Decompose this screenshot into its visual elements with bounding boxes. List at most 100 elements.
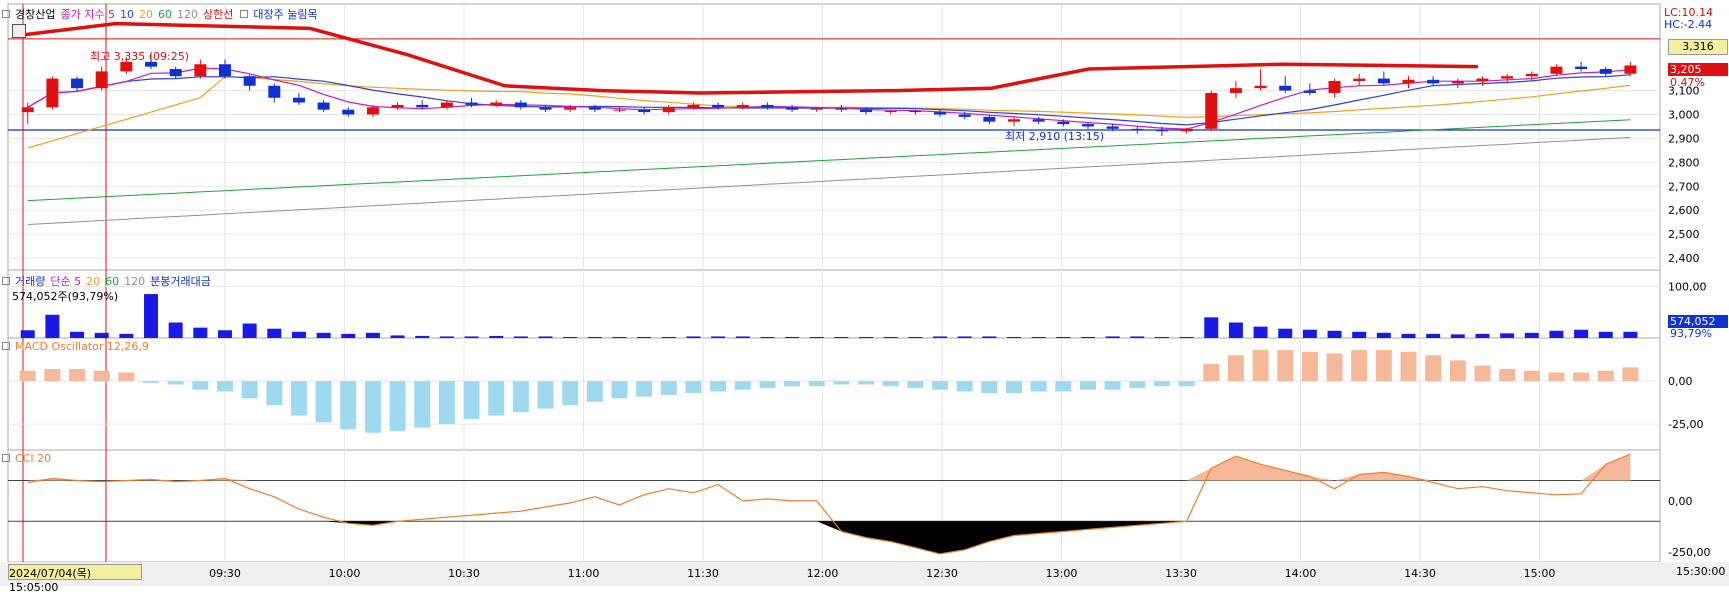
volume-bar xyxy=(464,336,479,338)
candle-body xyxy=(317,102,330,110)
price-legend-toggle-0[interactable] xyxy=(2,10,10,18)
volume-bar xyxy=(908,336,923,338)
macd-legend-toggle-0[interactable] xyxy=(2,342,10,350)
volume-bar xyxy=(1179,336,1194,338)
macd-bar xyxy=(512,381,529,413)
volume-legend-item-4[interactable]: 120 xyxy=(124,275,145,288)
macd-bar xyxy=(636,381,653,397)
volume-bar xyxy=(587,336,602,338)
macd-bar xyxy=(833,381,850,385)
price-box-high: 3,316 xyxy=(1668,39,1728,55)
candle-body xyxy=(1229,88,1242,93)
volume-legend-toggle-0[interactable] xyxy=(2,277,10,285)
price-legend-toggle-7[interactable] xyxy=(240,10,249,18)
calendar-icon[interactable] xyxy=(12,24,26,38)
candle-body xyxy=(218,64,231,77)
macd-bar xyxy=(463,381,480,419)
macd-bar xyxy=(1301,351,1318,382)
macd-bar xyxy=(340,381,357,430)
candle-body xyxy=(1427,79,1440,84)
volume-bar xyxy=(1253,326,1268,338)
time-tick: 12:00 xyxy=(807,567,839,580)
volume-bar xyxy=(1204,317,1219,338)
candle-body xyxy=(1180,128,1193,132)
macd-bar xyxy=(932,381,949,390)
price-legend-item-3[interactable]: 20 xyxy=(139,8,153,21)
candle-body xyxy=(71,78,84,89)
macd-legend-item-0[interactable]: MACD Oscillator 12,26,9 xyxy=(15,340,149,353)
volume-legend-item-2[interactable]: 20 xyxy=(86,275,100,288)
candle-body xyxy=(1624,65,1637,74)
price-legend-item-0[interactable]: 경창산업 xyxy=(15,8,55,21)
volume-bar xyxy=(785,336,800,338)
macd-bar xyxy=(1375,350,1392,382)
macd-bar xyxy=(981,381,998,394)
chart-canvas[interactable]: 09:30 10:00 10:30 11:00 11:30 12:00 12:30 13:00… xyxy=(0,0,1729,586)
candle-body xyxy=(958,114,971,117)
macd-bar xyxy=(315,381,332,423)
price-legend-item-7[interactable]: 대장주 눌림목 xyxy=(253,8,317,21)
volume-legend: 거래량 단순 5 20 60 120 분봉거래대금 xyxy=(0,273,216,288)
candle-body xyxy=(1155,130,1168,132)
candle-body xyxy=(588,107,601,110)
macd-bar xyxy=(167,381,184,385)
candle-body xyxy=(292,97,305,103)
macd-bar xyxy=(1252,350,1269,382)
macd-bar xyxy=(562,381,579,406)
cci-legend-item-0[interactable]: CCI 20 xyxy=(15,452,51,465)
volume-legend-item-3[interactable]: 60 xyxy=(105,275,119,288)
candle-body xyxy=(712,104,725,108)
macd-bar xyxy=(1351,350,1368,382)
candle-body xyxy=(1501,76,1514,79)
candle-body xyxy=(736,104,749,108)
macd-bar xyxy=(759,381,776,388)
macd-bar xyxy=(69,369,86,382)
time-axis-bar xyxy=(0,562,1729,586)
volume-bar xyxy=(661,336,676,338)
macd-bar xyxy=(1178,381,1195,387)
volume-bar xyxy=(144,294,159,338)
cci-legend: CCI 20 xyxy=(0,452,56,466)
candle-body xyxy=(1451,80,1464,84)
candle-body xyxy=(810,108,823,110)
volume-legend-item-5[interactable]: 분봉거래대금 xyxy=(150,275,211,288)
volume-bar xyxy=(439,336,454,338)
volume-legend-item-0[interactable]: 거래량 xyxy=(15,275,45,288)
price-legend-item-2[interactable]: 10 xyxy=(120,8,134,21)
volume-bar xyxy=(489,335,504,338)
macd-bar xyxy=(1079,381,1096,390)
price-legend-item-4[interactable]: 60 xyxy=(158,8,172,21)
macd-bar xyxy=(611,381,628,399)
volume-bar xyxy=(637,336,652,338)
macd-bar xyxy=(1597,370,1614,382)
volume-tick: 100,00 xyxy=(1668,280,1707,293)
candle-body xyxy=(934,112,947,115)
time-tick: 11:00 xyxy=(568,567,600,580)
cci-legend-toggle-0[interactable] xyxy=(2,454,10,462)
volume-bar xyxy=(1302,329,1317,338)
volume-bar xyxy=(1549,330,1564,338)
time-tick: 13:30 xyxy=(1165,567,1197,580)
price-tick: 2,600 xyxy=(1668,204,1700,217)
candle-body xyxy=(46,78,59,108)
volume-bar xyxy=(1500,333,1515,338)
time-tick: 09:30 xyxy=(209,567,241,580)
price-legend-item-5[interactable]: 120 xyxy=(177,8,198,21)
price-legend-item-6[interactable]: 상한선 xyxy=(203,8,233,21)
candle-body xyxy=(1328,80,1341,93)
volume-bar xyxy=(20,330,35,338)
candle-body xyxy=(786,107,799,110)
candle-body xyxy=(243,76,256,86)
macd-bar xyxy=(660,381,677,395)
candle-body xyxy=(564,107,577,110)
macd-bar xyxy=(685,381,702,394)
volume-legend-item-1[interactable]: 단순 5 xyxy=(50,275,81,288)
macd-bar xyxy=(1227,355,1244,382)
volume-bar xyxy=(1031,336,1046,338)
macd-bar xyxy=(1474,365,1491,382)
price-tick: 2,800 xyxy=(1668,156,1700,169)
candle-body xyxy=(1303,90,1316,93)
volume-bar xyxy=(982,336,997,338)
price-legend-item-1[interactable]: 종가 지수 5 xyxy=(60,8,114,21)
candle-body xyxy=(761,104,774,108)
